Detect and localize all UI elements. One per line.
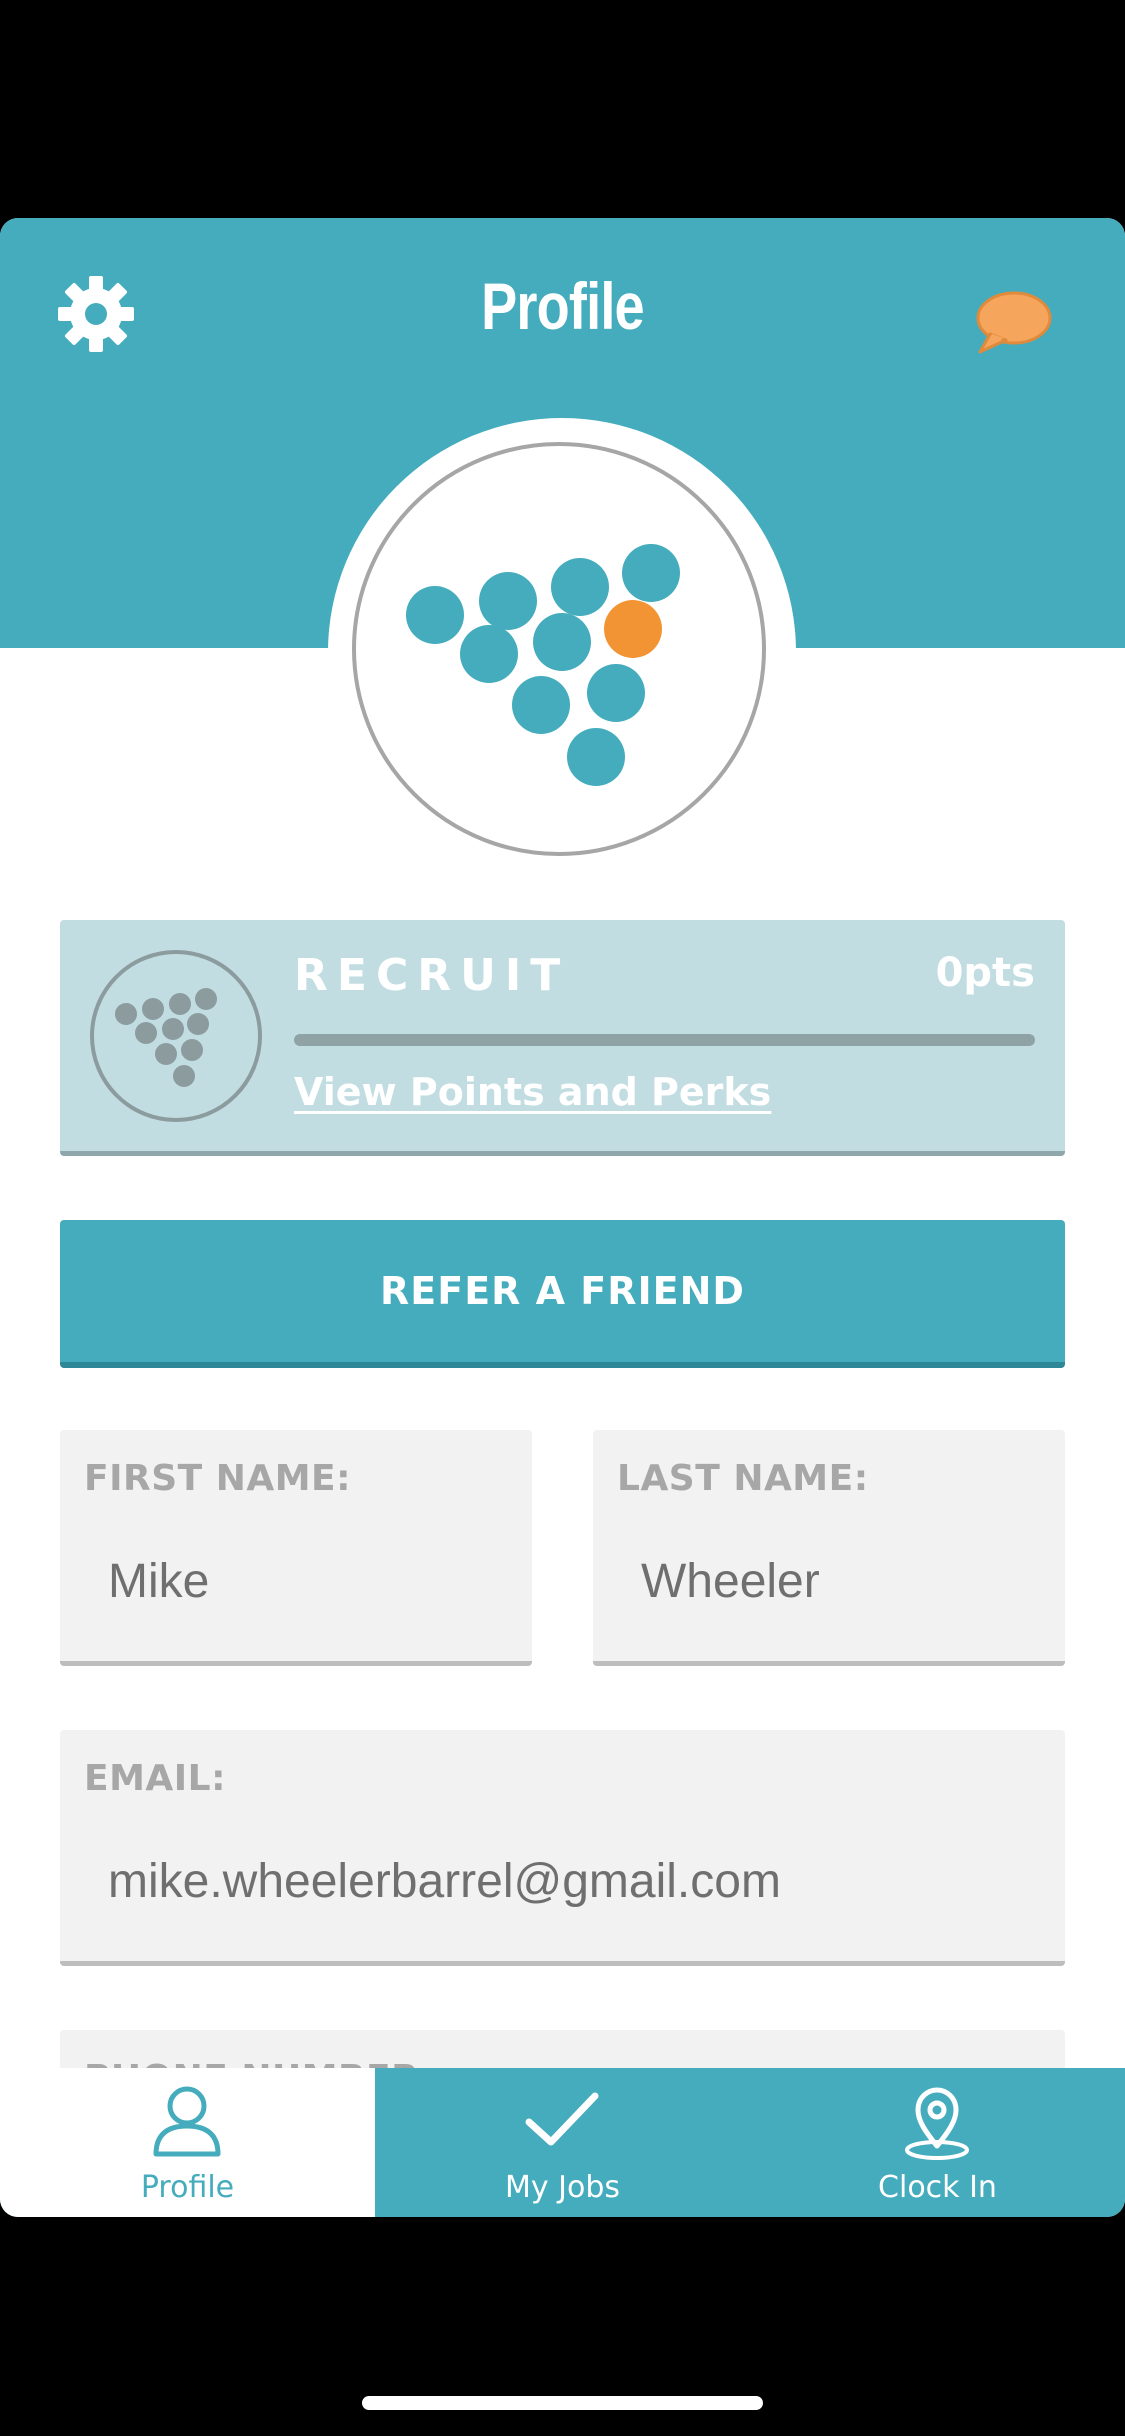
tab-profile[interactable]: Profile xyxy=(0,2068,375,2217)
rank-card[interactable]: RECRUIT 0pts View Points and Perks xyxy=(60,920,1065,1156)
first-name-field[interactable]: FIRST NAME: Mike xyxy=(60,1430,532,1666)
first-name-value[interactable]: Mike xyxy=(108,1554,209,1609)
email-label: EMAIL: xyxy=(84,1758,227,1799)
rank-name: RECRUIT xyxy=(294,950,570,1001)
checkmark-icon xyxy=(525,2092,599,2146)
tab-clock-in[interactable]: Clock In xyxy=(750,2068,1125,2217)
tab-my-jobs-label: My Jobs xyxy=(504,2170,621,2205)
tab-clock-in-label: Clock In xyxy=(878,2170,997,2205)
email-field[interactable]: EMAIL: mike.wheelerbarrel@gmail.com xyxy=(60,1730,1065,1966)
last-name-label: LAST NAME: xyxy=(617,1458,869,1499)
view-points-link[interactable]: View Points and Perks xyxy=(294,1070,771,1114)
refer-friend-button[interactable]: REFER A FRIEND xyxy=(60,1220,1065,1368)
last-name-field[interactable]: LAST NAME: Wheeler xyxy=(593,1430,1065,1666)
rank-points: 0pts xyxy=(935,950,1035,996)
first-name-label: FIRST NAME: xyxy=(84,1458,352,1499)
tab-bar: Profile My Jobs Clock In xyxy=(0,2068,1125,2217)
rank-badge-icon xyxy=(90,950,262,1122)
map-pin-icon xyxy=(905,2087,969,2160)
profile-screen: Profile RECRUIT 0pts View Points and Per… xyxy=(0,218,1125,2217)
last-name-value[interactable]: Wheeler xyxy=(641,1554,820,1609)
tab-my-jobs[interactable]: My Jobs xyxy=(375,2068,750,2217)
avatar[interactable] xyxy=(352,442,766,856)
chat-bubble-icon[interactable] xyxy=(972,290,1052,356)
page-title: Profile xyxy=(481,269,645,343)
person-icon xyxy=(153,2086,221,2157)
tab-profile-label: Profile xyxy=(140,2170,235,2205)
home-indicator xyxy=(362,2396,763,2410)
dots-logo-icon xyxy=(406,544,680,786)
rank-progress-bar xyxy=(294,1034,1035,1046)
email-value[interactable]: mike.wheelerbarrel@gmail.com xyxy=(108,1854,781,1909)
